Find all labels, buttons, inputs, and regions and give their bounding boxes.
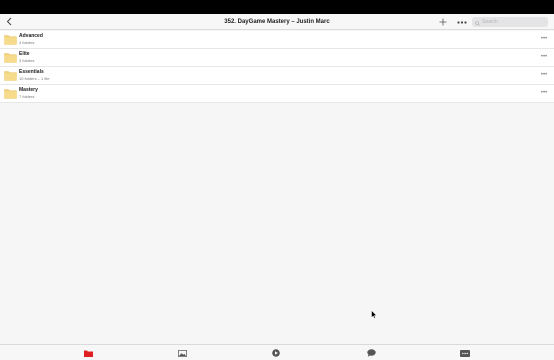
folder-name: Elite xyxy=(19,51,30,57)
folder-icon xyxy=(4,53,17,63)
chat-bubble-icon xyxy=(366,349,376,357)
row-more-button[interactable]: ••• xyxy=(540,72,548,78)
folder-icon xyxy=(4,71,17,81)
folder-list: Advanced 4 folders ••• Elite 3 folders •… xyxy=(0,31,554,103)
tab-chat[interactable] xyxy=(365,348,377,358)
folder-name: Mastery xyxy=(19,87,38,93)
tab-media[interactable] xyxy=(270,348,282,358)
search-input[interactable] xyxy=(482,17,544,27)
row-more-button[interactable]: ••• xyxy=(540,36,548,42)
tab-more[interactable] xyxy=(459,348,471,358)
plus-icon[interactable] xyxy=(437,16,449,28)
row-more-button[interactable]: ••• xyxy=(540,54,548,60)
list-item[interactable]: Mastery 7 folders ••• xyxy=(0,85,554,103)
list-item[interactable]: Essentials 10 folders – 1 file ••• xyxy=(0,67,554,85)
navigation-bar: 352. DayGame Mastery – Justin Marc xyxy=(0,14,554,30)
folder-details: 3 folders xyxy=(19,58,35,63)
more-box-icon xyxy=(460,349,470,357)
folder-icon xyxy=(4,35,17,45)
list-item[interactable]: Elite 3 folders ••• xyxy=(0,49,554,67)
image-icon xyxy=(177,349,187,357)
mouse-cursor-icon xyxy=(371,310,377,319)
tab-files[interactable] xyxy=(82,348,94,358)
ellipsis-icon[interactable] xyxy=(455,16,469,28)
folder-name: Advanced xyxy=(19,33,43,39)
folder-details: 10 folders – 1 file xyxy=(19,76,50,81)
play-circle-icon xyxy=(272,349,280,357)
tab-photos[interactable] xyxy=(176,348,188,358)
chevron-left-icon[interactable] xyxy=(3,15,15,28)
system-status-bar xyxy=(0,0,554,14)
row-more-button[interactable]: ••• xyxy=(540,90,548,96)
folder-icon xyxy=(83,350,93,357)
folder-name: Essentials xyxy=(19,69,44,75)
page-title: 352. DayGame Mastery – Justin Marc xyxy=(224,19,330,25)
list-item[interactable]: Advanced 4 folders ••• xyxy=(0,31,554,49)
tab-bar xyxy=(0,344,554,360)
folder-details: 4 folders xyxy=(19,40,35,45)
folder-details: 7 folders xyxy=(19,94,35,99)
folder-icon xyxy=(4,89,17,99)
search-field[interactable] xyxy=(472,17,548,27)
search-icon xyxy=(475,13,480,31)
